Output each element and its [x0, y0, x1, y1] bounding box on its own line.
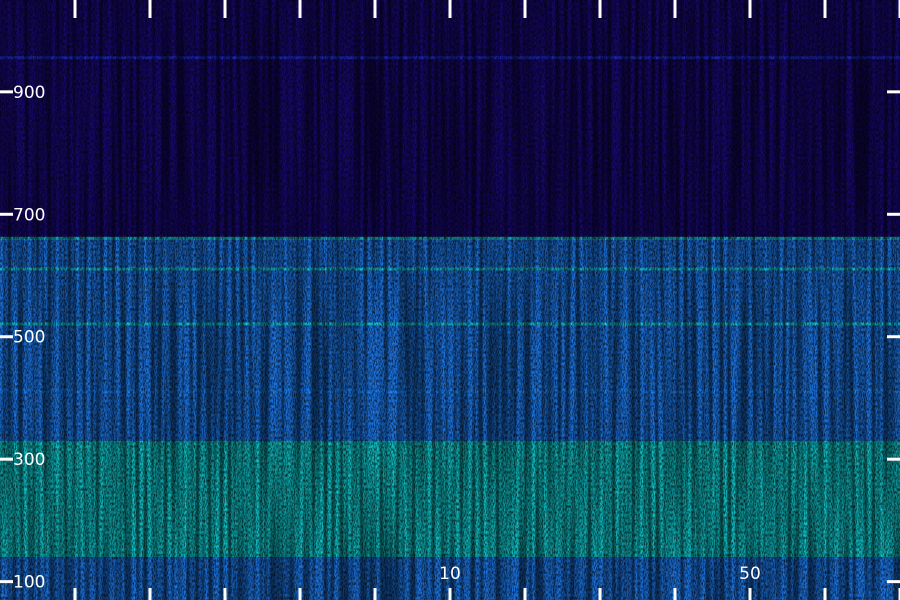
x-tick-top-1	[148, 0, 152, 18]
y-tick-right-0	[887, 90, 900, 94]
x-tick-top-2	[223, 0, 227, 18]
x-tick-bottom-10	[823, 588, 827, 600]
x-tick-bottom-5	[448, 588, 452, 600]
x-tick-top-5	[448, 0, 452, 18]
x-tick-bottom-0	[73, 588, 77, 600]
x-tick-top-8	[673, 0, 677, 18]
x-tick-top-0	[73, 0, 77, 18]
x-tick-bottom-6	[523, 588, 527, 600]
y-tick-right-3	[887, 457, 900, 461]
x-tick-top-7	[598, 0, 602, 18]
x-tick-top-9	[748, 0, 752, 18]
y-tick-label-500: 500	[13, 328, 45, 348]
x-tick-bottom-7	[598, 588, 602, 600]
y-tick-label-900: 900	[13, 83, 45, 103]
x-tick-bottom-2	[223, 588, 227, 600]
x-tick-bottom-4	[373, 588, 377, 600]
y-tick-right-2	[887, 335, 900, 339]
y-tick-left-3	[0, 457, 13, 461]
y-tick-label-700: 700	[13, 205, 45, 225]
y-tick-left-0	[0, 90, 13, 94]
spectrogram-svg: 900 700 500 300 100 10 50	[0, 0, 900, 600]
y-tick-right-4	[887, 580, 900, 584]
x-tick-bottom-3	[298, 588, 302, 600]
x-tick-bottom-9	[748, 588, 752, 600]
y-tick-right-1	[887, 212, 900, 216]
y-tick-left-4	[0, 580, 13, 584]
x-tick-top-4	[373, 0, 377, 18]
x-tick-top-3	[298, 0, 302, 18]
y-tick-label-300: 300	[13, 450, 45, 470]
x-tick-label-50: 50	[739, 564, 761, 584]
y-tick-left-1	[0, 212, 13, 216]
x-tick-bottom-8	[673, 588, 677, 600]
x-tick-label-10: 10	[439, 564, 461, 584]
x-tick-top-6	[523, 0, 527, 18]
y-tick-left-2	[0, 335, 13, 339]
vertical-streaks	[0, 0, 900, 600]
spectrogram-chart: 900 700 500 300 100 10 50	[0, 0, 900, 600]
x-tick-top-10	[823, 0, 827, 18]
x-tick-bottom-1	[148, 588, 152, 600]
y-tick-label-100: 100	[13, 573, 45, 593]
